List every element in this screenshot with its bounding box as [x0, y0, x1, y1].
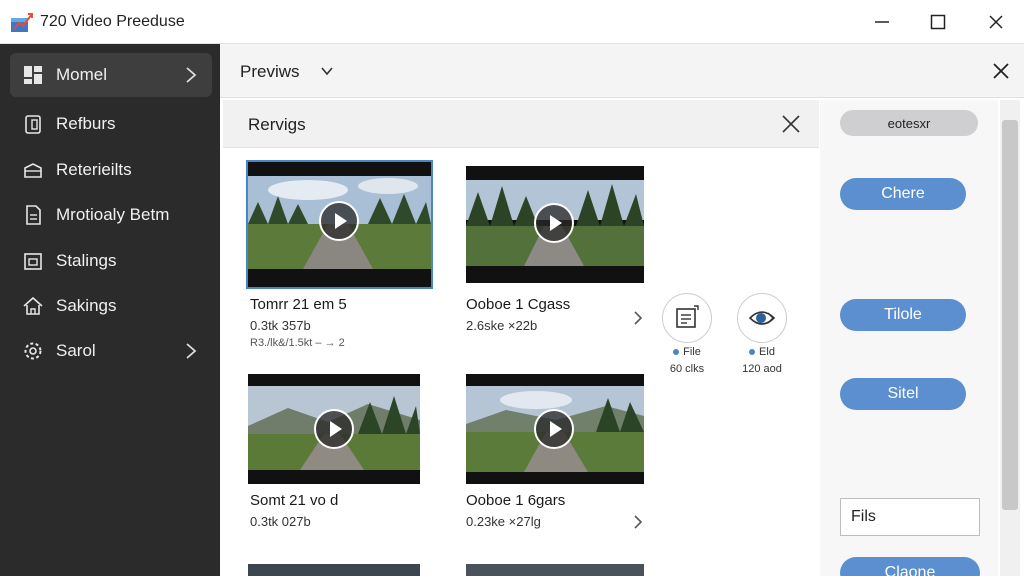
file-icon: [676, 305, 699, 328]
video-title: Ooboe 1 Cgass: [466, 296, 571, 313]
close-panel-icon[interactable]: [780, 113, 802, 135]
view-button[interactable]: [737, 293, 787, 343]
sidebar-item-label: Refburs: [56, 114, 116, 133]
chevron-right-icon: [186, 67, 197, 83]
window-title: 720 Video Preeduse: [40, 13, 185, 30]
gear-icon: [22, 340, 44, 362]
video-size: 0.23ke ×27lg: [466, 514, 541, 529]
sidebar: Momel Refburs Reterieilts Mrotioaly Betm…: [0, 44, 220, 576]
eye-icon: [748, 311, 776, 325]
sidebar-item-sarol[interactable]: Sarol: [10, 329, 212, 373]
sidebar-item-label: Sakings: [56, 296, 117, 315]
view-count: 120 aod: [742, 363, 782, 375]
action-button-2[interactable]: Tilole: [840, 299, 966, 331]
status-dot-icon: [749, 349, 756, 356]
calendar-icon: [22, 250, 44, 272]
panel-title: Rervigs: [248, 115, 306, 134]
sidebar-item-label: Momel: [56, 65, 108, 84]
status-dot-icon: [673, 349, 680, 356]
video-size: 0.3tk 357b: [250, 318, 311, 333]
file-label: File: [652, 346, 722, 358]
sidebar-item-label: Reterieilts: [56, 160, 132, 179]
close-icon: [989, 15, 1003, 29]
view-label: Eld: [727, 346, 797, 358]
sidebar-item-stalings[interactable]: Stalings: [10, 239, 212, 283]
chevron-right-icon[interactable]: [632, 514, 644, 530]
app-logo-icon: [11, 13, 33, 32]
action-button-1[interactable]: Chere: [840, 178, 966, 210]
minimize-icon: [875, 21, 889, 23]
video-title: Somt 21 vo d: [250, 492, 339, 509]
play-icon: [534, 203, 574, 243]
video-size: 2.6ske ×22b: [466, 318, 538, 333]
video-thumbnail[interactable]: [248, 564, 420, 576]
action-button-3[interactable]: Sitel: [840, 378, 966, 410]
video-meta: R3./lk&/1.5kt – → 2: [250, 337, 345, 349]
sidebar-item-sakings[interactable]: Sakings: [10, 284, 212, 328]
sidebar-item-refburs[interactable]: Refburs: [10, 102, 212, 146]
sidebar-item-label: Stalings: [56, 251, 117, 270]
preview-dropdown-label[interactable]: Previws: [240, 62, 300, 82]
video-thumbnail[interactable]: [466, 166, 644, 283]
chevron-right-icon: [186, 343, 197, 359]
videos-panel: Rervigs Tomrr 21 em 5 0.3tk 357b R3./lk&…: [223, 100, 819, 576]
actions-panel: eotesxr Chere Tilole Sitel Claone: [820, 100, 998, 576]
title-bar: 720 Video Preeduse: [0, 0, 1024, 44]
scroll-thumb[interactable]: [1002, 120, 1018, 510]
export-button[interactable]: eotesxr: [840, 110, 978, 136]
play-icon: [314, 409, 354, 449]
video-title: Tomrr 21 em 5: [250, 296, 347, 313]
file-button[interactable]: [662, 293, 712, 343]
main-area: Previws Rervigs Tomrr 21 em 5 0.3tk 357b…: [220, 44, 1024, 576]
play-icon: [319, 201, 359, 241]
sidebar-item-label: Sarol: [56, 341, 96, 360]
video-thumbnail[interactable]: [466, 564, 644, 576]
minimize-button[interactable]: [862, 8, 902, 36]
video-thumbnail[interactable]: [246, 160, 433, 289]
chevron-right-icon[interactable]: [632, 310, 644, 326]
chevron-down-icon[interactable]: [320, 65, 334, 77]
video-thumbnail[interactable]: [466, 374, 644, 484]
files-input[interactable]: [840, 498, 980, 536]
sidebar-item-label: Mrotioaly Betm: [56, 205, 170, 224]
sidebar-item-momel[interactable]: Momel: [10, 53, 212, 97]
close-button[interactable]: Claone: [840, 557, 980, 576]
home-icon: [22, 295, 44, 317]
maximize-button[interactable]: [918, 8, 958, 36]
document-icon: [22, 204, 44, 226]
panel-header: Rervigs: [223, 100, 819, 148]
play-icon: [534, 409, 574, 449]
tablet-icon: [22, 113, 44, 135]
maximize-icon: [930, 14, 946, 30]
video-thumbnail[interactable]: [248, 374, 420, 484]
file-count: 60 clks: [669, 363, 705, 375]
preview-bar: Previws: [220, 44, 1024, 98]
close-preview-icon[interactable]: [990, 60, 1012, 82]
sidebar-item-reterieilts[interactable]: Reterieilts: [10, 148, 212, 192]
dashboard-icon: [22, 64, 44, 86]
scrollbar[interactable]: [1000, 100, 1020, 576]
sidebar-item-mrotioaly-betm[interactable]: Mrotioaly Betm: [10, 193, 212, 237]
video-size: 0.3tk 027b: [250, 514, 311, 529]
close-window-button[interactable]: [976, 8, 1016, 36]
inbox-icon: [22, 159, 44, 181]
video-title: Ooboe 1 6gars: [466, 492, 566, 509]
